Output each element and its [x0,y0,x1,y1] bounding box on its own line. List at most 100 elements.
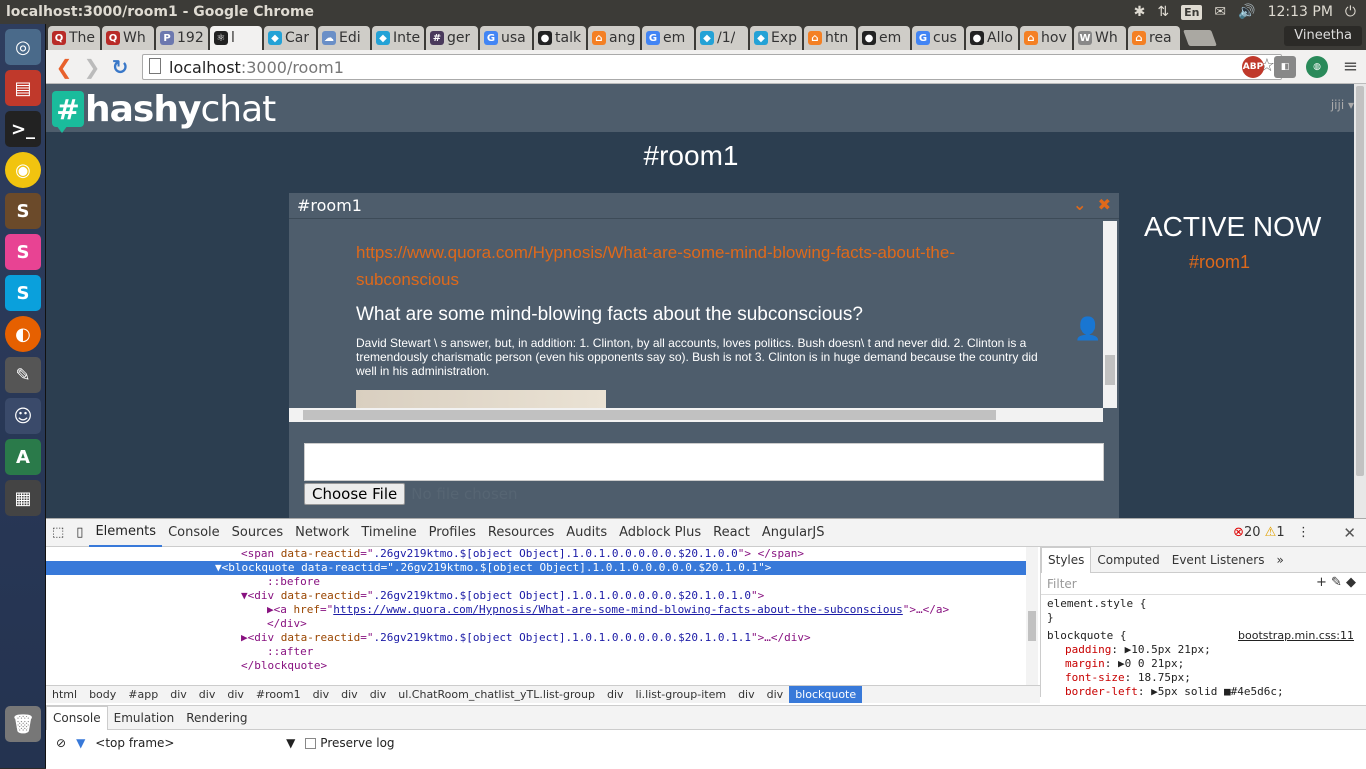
message-list[interactable]: https://www.quora.com/Hypnosis/What-are-… [289,221,1117,408]
checkbox-box[interactable] [305,738,317,749]
clock[interactable]: 12:13 PM [1268,4,1333,20]
adblock-plus-icon[interactable]: ABP [1242,56,1264,78]
dom-node-line[interactable]: </blockquote> [46,659,1036,673]
css-property[interactable]: margin: ▶0 0 21px; [1047,657,1360,671]
trash-icon[interactable]: 🗑 [5,706,41,742]
blockquote-rule[interactable]: blockquote { bootstrap.min.css:11 paddin… [1041,627,1366,697]
skype-icon[interactable]: S [5,275,41,311]
browser-tab[interactable]: ⌂ rea [1128,26,1180,50]
keyboard-layout[interactable]: En [1181,4,1203,20]
browser-tab[interactable]: Gcus [912,26,964,50]
breadcrumb-item[interactable]: div [732,686,761,703]
css-property[interactable]: border-left: ▶5px solid ■#4e5d6c; [1047,685,1360,697]
settings-icon[interactable]: ✱ [1134,4,1146,20]
page-scrollbar[interactable] [1354,84,1366,518]
devtools-tab-elements[interactable]: Elements [89,519,163,547]
dom-node-line[interactable]: <span data-reactid=".26gv219ktmo.$[objec… [46,547,1036,561]
devtools-tab-timeline[interactable]: Timeline [355,519,422,547]
breadcrumb-item[interactable]: div [364,686,393,703]
reload-icon[interactable]: ↻ [106,55,134,79]
breadcrumb-item[interactable]: div [307,686,336,703]
browser-tab[interactable]: ◆ Car [264,26,316,50]
workspaces-icon[interactable]: ▦ [5,480,41,516]
dom-node-line[interactable]: ▶<a href="https://www.quora.com/Hypnosis… [46,603,1036,617]
active-room-link[interactable]: #room1 [1189,252,1250,273]
breadcrumb-item[interactable]: #app [122,686,164,703]
dom-node-line[interactable]: ▶<div data-reactid=".26gv219ktmo.$[objec… [46,631,1036,645]
scroll-thumb[interactable] [1105,355,1115,385]
hashychat-logo[interactable]: # hashy chat [52,89,276,133]
breadcrumb-item[interactable]: li.list-group-item [630,686,733,703]
browser-tab[interactable]: Gem [642,26,694,50]
clear-console-icon[interactable]: ⊘ [56,736,66,750]
breadcrumb-item[interactable]: #room1 [250,686,307,703]
close-devtools-icon[interactable]: ✕ [1343,524,1356,542]
breadcrumb-item[interactable]: ul.ChatRoom_chatlist_yTL.list-group [392,686,601,703]
software-center-icon[interactable]: A [5,439,41,475]
sublime-icon[interactable]: S [5,193,41,229]
files-icon[interactable]: ▤ [5,70,41,106]
browser-tab[interactable]: ☁ Edi [318,26,370,50]
message-vertical-scrollbar[interactable] [1103,221,1117,408]
styles-tab[interactable]: Event Listeners [1166,547,1271,573]
mail-icon[interactable]: ✉ [1214,4,1226,20]
browser-tab[interactable]: Gusa [480,26,532,50]
browser-tab[interactable]: ⚛ l [210,26,262,50]
devtools-tab-adblock-plus[interactable]: Adblock Plus [613,519,707,547]
style-tools-icons[interactable]: + ✎ ◆ [1316,575,1356,590]
devtools-tab-audits[interactable]: Audits [560,519,613,547]
filter-icon[interactable]: ▼ [76,736,85,750]
slack-icon[interactable]: S [5,234,41,270]
browser-tab[interactable]: ◆ Exp [750,26,802,50]
close-icon[interactable]: ✖ [1098,195,1111,214]
styles-tab[interactable]: Computed [1091,547,1165,573]
browser-tab[interactable]: ⌂ hov [1020,26,1072,50]
power-icon[interactable]: ⏻ [1345,4,1356,20]
browser-tab[interactable]: ● em [858,26,910,50]
dash-icon[interactable]: ◎ [5,29,41,65]
message-input[interactable] [304,443,1104,481]
dom-node-line[interactable]: </div> [46,617,1036,631]
browser-tab[interactable]: ● Allo [966,26,1018,50]
dom-node-line[interactable]: ▼<blockquote data-reactid=".26gv219ktmo.… [46,561,1036,575]
devtools-tab-react[interactable]: React [707,519,756,547]
css-property[interactable]: padding: ▶10.5px 21px; [1047,643,1360,657]
choose-file-button[interactable]: Choose File [304,483,406,505]
css-property[interactable]: font-size: 18.75px; [1047,671,1360,685]
editor-icon[interactable]: ✎ [5,357,41,393]
forward-icon[interactable]: ❯ [78,55,106,79]
browser-tab[interactable]: ⌂ ang [588,26,640,50]
breadcrumb-item[interactable]: div [601,686,630,703]
drawer-tab[interactable]: Console [46,705,108,730]
collapse-icon[interactable]: ⌄ [1073,195,1086,214]
terminal-icon[interactable]: >_ [5,111,41,147]
browser-tab[interactable]: ◆/1/ [696,26,748,50]
browser-tab[interactable]: ● talk [534,26,586,50]
devtools-tab-resources[interactable]: Resources [482,519,560,547]
network-icon[interactable]: ⇅ [1157,4,1169,20]
breadcrumb-item[interactable]: div [335,686,364,703]
browser-tab[interactable]: ⌂ htn [804,26,856,50]
inspect-icon[interactable]: ⬚ [46,519,70,547]
breadcrumb-item[interactable]: div [221,686,250,703]
chrome-menu-icon[interactable]: ≡ [1343,56,1358,77]
breadcrumb-item[interactable]: body [83,686,122,703]
frame-select[interactable]: <top frame> ▼ [95,736,295,750]
devtools-tab-angularjs[interactable]: AngularJS [756,519,831,547]
devtools-tab-console[interactable]: Console [162,519,226,547]
browser-tab[interactable]: Q The [48,26,100,50]
devtools-tab-profiles[interactable]: Profiles [423,519,482,547]
devtools-tab-sources[interactable]: Sources [226,519,289,547]
breadcrumb-item[interactable]: html [46,686,83,703]
message-link[interactable]: https://www.quora.com/Hypnosis/What-are-… [356,239,1046,293]
devtools-tab-network[interactable]: Network [289,519,355,547]
profile-button[interactable]: Vineetha [1284,26,1362,46]
globe-icon[interactable]: ◍ [1306,56,1328,78]
robot-icon[interactable]: ☺ [5,398,41,434]
error-warning-count[interactable]: ⊗20 ⚠1 ⋮ [1233,525,1310,540]
dom-node-line[interactable]: ::after [46,645,1036,659]
rule-source-link[interactable]: bootstrap.min.css:11 [1238,629,1354,643]
dom-node-line[interactable]: ▼<div data-reactid=".26gv219ktmo.$[objec… [46,589,1036,603]
styles-filter[interactable]: Filter + ✎ ◆ [1041,573,1366,595]
breadcrumb-item[interactable]: div [761,686,790,703]
